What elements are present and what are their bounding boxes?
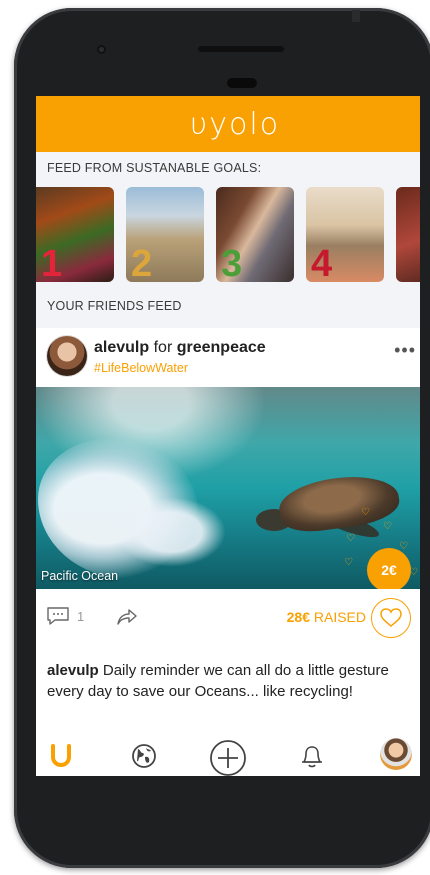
post-hashtag[interactable]: #LifeBelowWater [94,361,188,375]
add-icon [210,740,246,776]
post-actions: 1 28€ RAISED [36,590,420,646]
app-screen: υyolo FEED FROM SUSTANABLE GOALS: 1 2 3 … [36,96,420,776]
heart-icon: ♡ [383,521,392,532]
goals-section-label: FEED FROM SUSTANABLE GOALS: [47,161,262,175]
heart-icon [380,608,402,627]
post-connector: for [153,339,173,356]
photo-location: Pacific Ocean [41,569,119,583]
goal-card[interactable] [396,187,420,282]
tab-explore[interactable] [130,742,158,770]
heart-icon: ♡ [361,507,370,518]
goal-number: 3 [221,243,243,282]
post-caption: alevulp Daily reminder we can all do a l… [47,660,412,702]
post-photo[interactable]: ♡ ♡ ♡ ♡ ♡ ♡ ♡ Pacific Ocean 2€ [36,387,420,589]
raised-total: 28€ RAISED [287,609,366,625]
more-options-icon[interactable]: ••• [394,340,416,361]
tab-home[interactable] [47,742,75,770]
phone-side-button [352,10,360,22]
app-logo: υyolo [189,106,281,142]
goal-card[interactable]: 1 [36,187,114,282]
comment-icon[interactable] [47,607,69,625]
post-header: alevulp for greenpeace #LifeBelowWater •… [36,328,420,386]
goal-number: 2 [131,243,153,282]
heart-icon: ♡ [346,533,355,544]
goal-card[interactable]: 3 [216,187,294,282]
phone-sensor [227,78,257,88]
donation-bubble: 2€ [367,548,411,589]
plastic-bag-shape [116,497,226,567]
phone-speaker [198,46,284,52]
goal-card[interactable]: 2 [126,187,204,282]
post-username[interactable]: alevulp [94,339,149,356]
share-icon[interactable] [116,607,138,627]
app-header: υyolo [36,96,420,152]
caption-username[interactable]: alevulp [47,662,99,679]
tab-notifications[interactable] [298,742,326,770]
goals-carousel[interactable]: 1 2 3 4 [36,175,420,282]
comment-count: 1 [77,609,85,624]
post-org[interactable]: greenpeace [177,339,266,356]
caption-text: Daily reminder we can all do a little ge… [47,662,389,700]
front-camera [97,45,106,54]
profile-avatar[interactable] [380,738,412,770]
post-author-line: alevulp for greenpeace [94,339,266,357]
globe-icon [132,744,156,768]
heart-icon: ♡ [344,557,353,568]
goal-card[interactable]: 4 [306,187,384,282]
feed-post: alevulp for greenpeace #LifeBelowWater •… [36,328,420,776]
donate-heart-button[interactable] [371,598,411,638]
home-icon [51,744,71,768]
goal-number: 4 [311,243,333,282]
raised-amount: 28€ [286,609,310,625]
avatar[interactable] [47,336,87,376]
raised-label: RAISED [313,609,366,625]
bell-icon [302,746,322,768]
tab-add[interactable] [209,739,247,776]
bottom-tab-bar [36,734,420,776]
goal-number: 1 [41,243,63,282]
